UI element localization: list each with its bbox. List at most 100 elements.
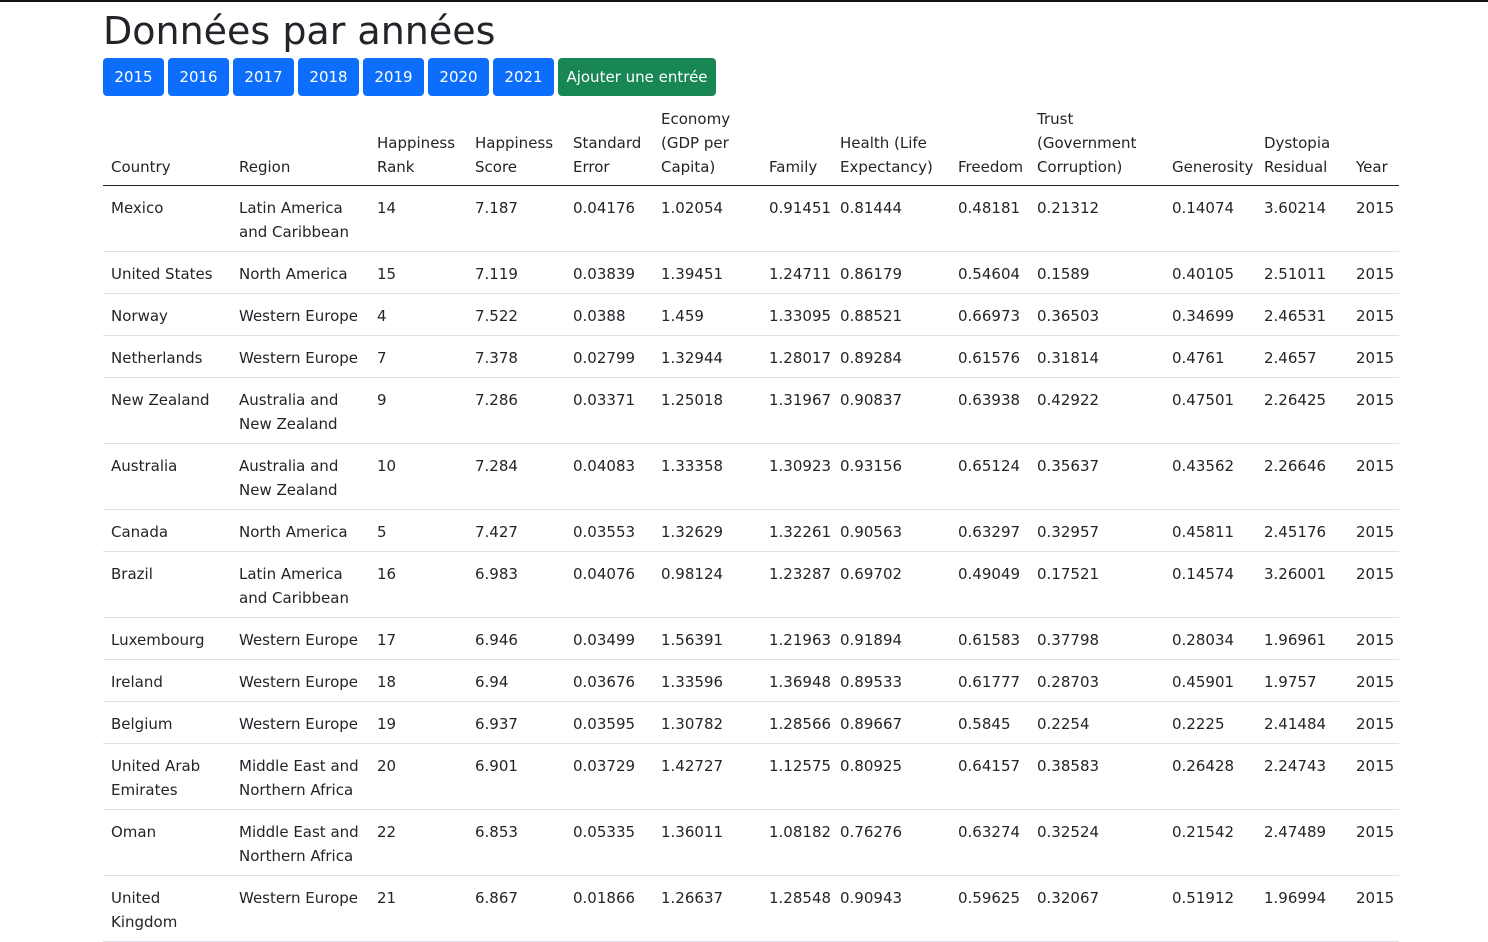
table-cell: 1.39451 bbox=[653, 251, 761, 294]
column-header: Dystopia Residual bbox=[1256, 107, 1348, 186]
table-cell: 0.89284 bbox=[832, 335, 950, 378]
year-button-2020[interactable]: 2020 bbox=[428, 58, 489, 96]
table-cell: 0.28034 bbox=[1164, 617, 1256, 660]
table-cell: 3.60214 bbox=[1256, 185, 1348, 252]
table-cell: 2.26425 bbox=[1256, 377, 1348, 444]
table-cell: 0.76276 bbox=[832, 809, 950, 876]
table-cell: Luxembourg bbox=[103, 617, 231, 660]
table-cell: 7 bbox=[369, 335, 467, 378]
table-cell: 7.119 bbox=[467, 251, 565, 294]
table-cell: 2.47489 bbox=[1256, 809, 1348, 876]
table-cell: 0.69702 bbox=[832, 551, 950, 618]
table-cell: 1.24711 bbox=[761, 251, 832, 294]
table-cell: 1.9757 bbox=[1256, 659, 1348, 702]
table-cell: 0.26428 bbox=[1164, 743, 1256, 810]
table-cell: 1.33095 bbox=[761, 293, 832, 336]
column-header: Trust (Government Corruption) bbox=[1029, 107, 1164, 186]
table-cell: 0.14074 bbox=[1164, 185, 1256, 252]
table-cell: 0.04083 bbox=[565, 443, 653, 510]
table-cell: 1.30782 bbox=[653, 701, 761, 744]
table-cell: 2015 bbox=[1348, 185, 1399, 252]
year-button-2015[interactable]: 2015 bbox=[103, 58, 164, 96]
table-cell: 1.32944 bbox=[653, 335, 761, 378]
table-cell: 0.98124 bbox=[653, 551, 761, 618]
table-cell: 2015 bbox=[1348, 617, 1399, 660]
table-cell: 0.91894 bbox=[832, 617, 950, 660]
column-header: Family bbox=[761, 107, 832, 186]
table-cell: 0.17521 bbox=[1029, 551, 1164, 618]
table-cell: 6.853 bbox=[467, 809, 565, 876]
table-row: United Kingdom Western Europe 21 6.867 0.018… bbox=[103, 875, 1399, 942]
table-cell: 1.31967 bbox=[761, 377, 832, 444]
table-cell: Middle East and Northern Africa bbox=[231, 743, 369, 810]
table-cell: 2015 bbox=[1348, 659, 1399, 702]
table-cell: 20 bbox=[369, 743, 467, 810]
table-cell: 0.54604 bbox=[950, 251, 1029, 294]
table-cell: 7.286 bbox=[467, 377, 565, 444]
page-title: Données par années bbox=[103, 9, 496, 53]
table-cell: Australia and New Zealand bbox=[231, 443, 369, 510]
main-container: Données par années 2015 2016 2017 2018 2… bbox=[103, 2, 1399, 942]
table-cell: 1.96961 bbox=[1256, 617, 1348, 660]
table-cell: 0.0388 bbox=[565, 293, 653, 336]
year-button-2021[interactable]: 2021 bbox=[493, 58, 554, 96]
table-cell: Western Europe bbox=[231, 293, 369, 336]
table-cell: 2.4657 bbox=[1256, 335, 1348, 378]
table-cell: 10 bbox=[369, 443, 467, 510]
column-header: Year bbox=[1348, 107, 1399, 186]
table-cell: 1.02054 bbox=[653, 185, 761, 252]
table-cell: Middle East and Northern Africa bbox=[231, 809, 369, 876]
table-row: Luxembourg Western Europe 17 6.946 0.03499 1.… bbox=[103, 617, 1399, 660]
table-row: Ireland Western Europe 18 6.94 0.03676 1.3359… bbox=[103, 659, 1399, 702]
table-cell: 6.901 bbox=[467, 743, 565, 810]
table-cell: 0.38583 bbox=[1029, 743, 1164, 810]
table-cell: 1.23287 bbox=[761, 551, 832, 618]
table-cell: 0.28703 bbox=[1029, 659, 1164, 702]
table-cell: North America bbox=[231, 251, 369, 294]
table-row: Belgium Western Europe 19 6.937 0.03595 1.307… bbox=[103, 701, 1399, 744]
table-cell: 0.81444 bbox=[832, 185, 950, 252]
table-cell: Netherlands bbox=[103, 335, 231, 378]
table-cell: 4 bbox=[369, 293, 467, 336]
year-button-2017[interactable]: 2017 bbox=[233, 58, 294, 96]
table-cell: 1.08182 bbox=[761, 809, 832, 876]
table-cell: 14 bbox=[369, 185, 467, 252]
table-head: Country Region Happiness Rank Happiness Sco… bbox=[103, 107, 1399, 186]
table-row: Norway Western Europe 4 7.522 0.0388 1.459 1.3… bbox=[103, 293, 1399, 336]
table-cell: 1.26637 bbox=[653, 875, 761, 942]
table-cell: 15 bbox=[369, 251, 467, 294]
year-button-2016[interactable]: 2016 bbox=[168, 58, 229, 96]
table-cell: 0.91451 bbox=[761, 185, 832, 252]
table-cell: 7.378 bbox=[467, 335, 565, 378]
table-cell: 0.21542 bbox=[1164, 809, 1256, 876]
table-cell: 0.61576 bbox=[950, 335, 1029, 378]
table-cell: 0.21312 bbox=[1029, 185, 1164, 252]
table-cell: 0.51912 bbox=[1164, 875, 1256, 942]
table-cell: 1.32261 bbox=[761, 509, 832, 552]
column-header: Standard Error bbox=[565, 107, 653, 186]
table-cell: 1.33358 bbox=[653, 443, 761, 510]
table-cell: 0.59625 bbox=[950, 875, 1029, 942]
table-cell: 0.03371 bbox=[565, 377, 653, 444]
table-cell: 0.89667 bbox=[832, 701, 950, 744]
add-entry-button[interactable]: Ajouter une entrée bbox=[558, 58, 716, 96]
table-cell: Latin America and Caribbean bbox=[231, 185, 369, 252]
table-cell: 2.51011 bbox=[1256, 251, 1348, 294]
table-cell: 7.427 bbox=[467, 509, 565, 552]
table-row: Netherlands Western Europe 7 7.378 0.02799 1.… bbox=[103, 335, 1399, 378]
year-button-2018[interactable]: 2018 bbox=[298, 58, 359, 96]
table-cell: 22 bbox=[369, 809, 467, 876]
table-row: United Arab Emirates Middle East and Nort… bbox=[103, 743, 1399, 810]
table-cell: 0.61777 bbox=[950, 659, 1029, 702]
column-header: Country bbox=[103, 107, 231, 186]
table-cell: 0.80925 bbox=[832, 743, 950, 810]
table-cell: 0.90837 bbox=[832, 377, 950, 444]
year-button-2019[interactable]: 2019 bbox=[363, 58, 424, 96]
table-cell: 3.26001 bbox=[1256, 551, 1348, 618]
table-cell: 1.36948 bbox=[761, 659, 832, 702]
table-cell: 0.42922 bbox=[1029, 377, 1164, 444]
table-cell: 0.03676 bbox=[565, 659, 653, 702]
table-cell: 0.37798 bbox=[1029, 617, 1164, 660]
table-cell: 1.33596 bbox=[653, 659, 761, 702]
table-cell: 0.01866 bbox=[565, 875, 653, 942]
